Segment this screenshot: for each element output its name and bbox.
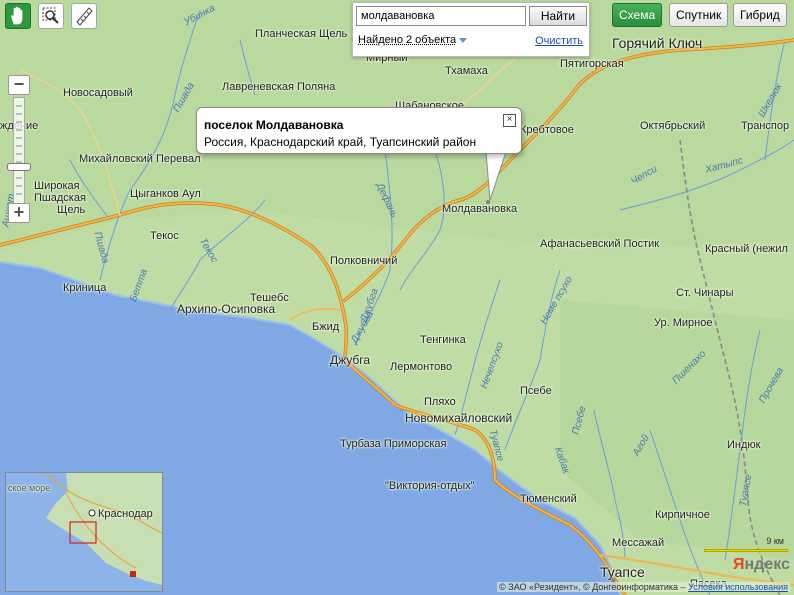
place-label: Туапсе <box>600 564 645 580</box>
zoom-ticks <box>16 105 22 195</box>
clear-search-link[interactable]: Очистить <box>535 35 583 47</box>
map-type-hybrid-button[interactable]: Гибрид <box>733 3 787 27</box>
place-label: Пшадская <box>34 192 86 204</box>
place-label: Псебе <box>520 385 552 397</box>
copyright-notice: © ЗАО «Резидент», © Донгеоинформатика – … <box>497 582 790 592</box>
place-label: Молдавановка <box>442 203 518 215</box>
place-label: Лермонтово <box>390 361 453 373</box>
place-label: Криница <box>63 282 107 294</box>
place-label: Михайловский Перевал <box>79 153 201 165</box>
place-label: Бжид <box>312 321 340 333</box>
place-label: Полковничий <box>330 255 398 267</box>
place-label: Красный (нежил <box>705 243 788 255</box>
place-label: Новосадовый <box>63 87 133 99</box>
place-label: Кирпичное <box>655 509 710 521</box>
place-label: Лавреневская Поляна <box>222 81 336 93</box>
hand-tool-button[interactable] <box>5 3 31 29</box>
place-label: Цыганков Аул <box>130 188 201 200</box>
place-label: "Виктория-отдых" <box>385 480 475 492</box>
place-label: Ур. Мирное <box>654 317 713 329</box>
place-label: Тенгинка <box>420 334 466 346</box>
yandex-logo[interactable]: Яндекс <box>733 556 790 574</box>
place-label: Кребтовое <box>520 124 574 136</box>
search-input[interactable] <box>356 6 526 26</box>
place-label: Горячий Ключ <box>612 35 703 51</box>
place-label: Ст. Чинары <box>676 287 734 299</box>
place-label: Тхамаха <box>445 65 488 77</box>
place-label: Пляхо <box>424 396 456 408</box>
search-panel: Найти Найдено 2 объекта Очистить <box>352 2 590 57</box>
zoom-in-button[interactable]: + <box>8 203 30 223</box>
terms-of-use-link[interactable]: Условия использования <box>688 582 788 592</box>
minimap-city-label: Краснодар <box>98 508 153 520</box>
map-container[interactable]: Горячий Ключ Пятигорская Планческая Щель… <box>0 0 794 595</box>
place-label: Турбаза Приморская <box>340 438 447 450</box>
close-icon[interactable]: × <box>503 114 516 127</box>
magnifier-icon <box>42 7 59 24</box>
ruler-tool-button[interactable] <box>71 3 97 29</box>
zoom-out-button[interactable]: − <box>8 75 30 95</box>
place-label: Широкая <box>34 180 80 192</box>
map-type-scheme-button[interactable]: Схема <box>612 3 663 27</box>
minimap-sea-label: ское море <box>8 483 51 493</box>
place-label: Щель <box>57 204 86 216</box>
results-count-link[interactable]: Найдено 2 объекта <box>358 34 456 46</box>
place-label: Тюменский <box>520 493 577 505</box>
chevron-down-icon[interactable] <box>459 38 467 43</box>
place-label: Индюк <box>727 439 761 451</box>
place-label: Октябрьский <box>640 120 706 132</box>
hand-icon <box>11 6 23 25</box>
place-label: Текос <box>150 230 179 242</box>
info-balloon: поселок Молдавановка Россия, Краснодарск… <box>196 107 522 154</box>
balloon-title: поселок Молдавановка <box>204 118 344 132</box>
overview-minimap[interactable]: ское море Краснодар <box>5 472 163 592</box>
balloon-address: Россия, Краснодарский край, Туапсинский … <box>204 135 477 149</box>
place-label: Новомихайловский <box>405 411 513 425</box>
place-label: Транспор <box>741 120 790 132</box>
place-label: Мессажай <box>612 537 665 549</box>
magnifier-tool-button[interactable] <box>38 3 64 29</box>
zoom-slider-handle[interactable] <box>7 163 31 171</box>
place-label: Планческая Щель <box>255 28 348 40</box>
place-label: Архипо-Осиповка <box>177 302 276 316</box>
zoom-slider-track[interactable] <box>13 97 25 205</box>
scale-line <box>704 549 788 552</box>
search-button[interactable]: Найти <box>529 6 587 26</box>
ruler-icon <box>76 7 93 26</box>
place-label: Пятигорская <box>560 58 624 70</box>
place-label: Джубга <box>330 353 371 367</box>
scale-label: 9 км <box>766 536 784 546</box>
place-label: Афанасьевский Постик <box>540 238 660 250</box>
map-type-satellite-button[interactable]: Спутник <box>669 3 729 27</box>
scale-bar: 9 км <box>704 536 788 554</box>
